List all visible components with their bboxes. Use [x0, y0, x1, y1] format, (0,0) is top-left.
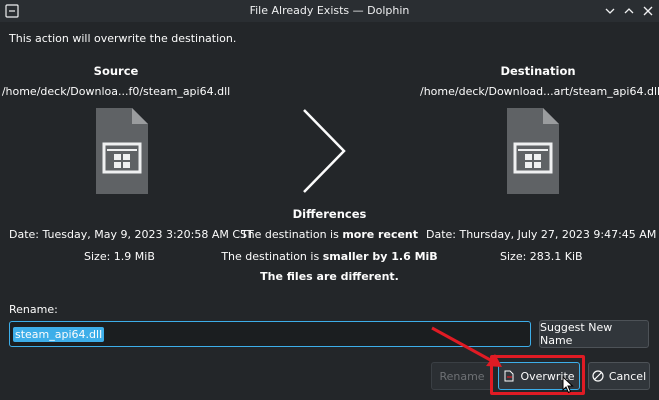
chevron-up-icon[interactable]: [622, 4, 636, 18]
suggest-new-name-button[interactable]: Suggest New Name: [539, 320, 649, 348]
difference-recency: The destination is more recent: [0, 228, 659, 241]
differences-title: Differences: [292, 207, 367, 221]
difference-size-value: smaller by 1.6 MiB: [322, 250, 438, 263]
difference-size: The destination is smaller by 1.6 MiB: [0, 250, 659, 263]
cancel-icon: [592, 370, 604, 382]
destination-heading: Destination: [500, 64, 576, 78]
chevron-down-icon[interactable]: [603, 4, 617, 18]
title-bar: File Already Exists — Dolphin: [0, 0, 659, 22]
mouse-cursor-icon: [562, 376, 574, 394]
difference-size-prefix: The destination is: [221, 250, 323, 263]
close-icon[interactable]: [641, 4, 655, 18]
source-file-icon: [96, 108, 148, 194]
intro-text: This action will overwrite the destinati…: [9, 32, 237, 45]
difference-recency-value: more recent: [342, 228, 419, 241]
source-heading: Source: [93, 64, 139, 78]
rename-label: Rename:: [9, 303, 58, 316]
destination-file-icon: [507, 108, 559, 194]
rename-input-value: steam_api64.dll: [13, 327, 105, 342]
source-path: /home/deck/Downloa...f0/steam_api64.dll: [1, 85, 231, 98]
destination-path: /home/deck/Download...art/steam_api64.dl…: [420, 85, 659, 98]
window-title: File Already Exists — Dolphin: [249, 4, 410, 17]
chevron-right-icon: [303, 109, 346, 193]
difference-content: The files are different.: [260, 270, 399, 283]
difference-recency-prefix: The destination is: [240, 228, 343, 241]
cancel-button-label: Cancel: [608, 369, 647, 383]
cancel-button[interactable]: Cancel: [588, 362, 650, 390]
